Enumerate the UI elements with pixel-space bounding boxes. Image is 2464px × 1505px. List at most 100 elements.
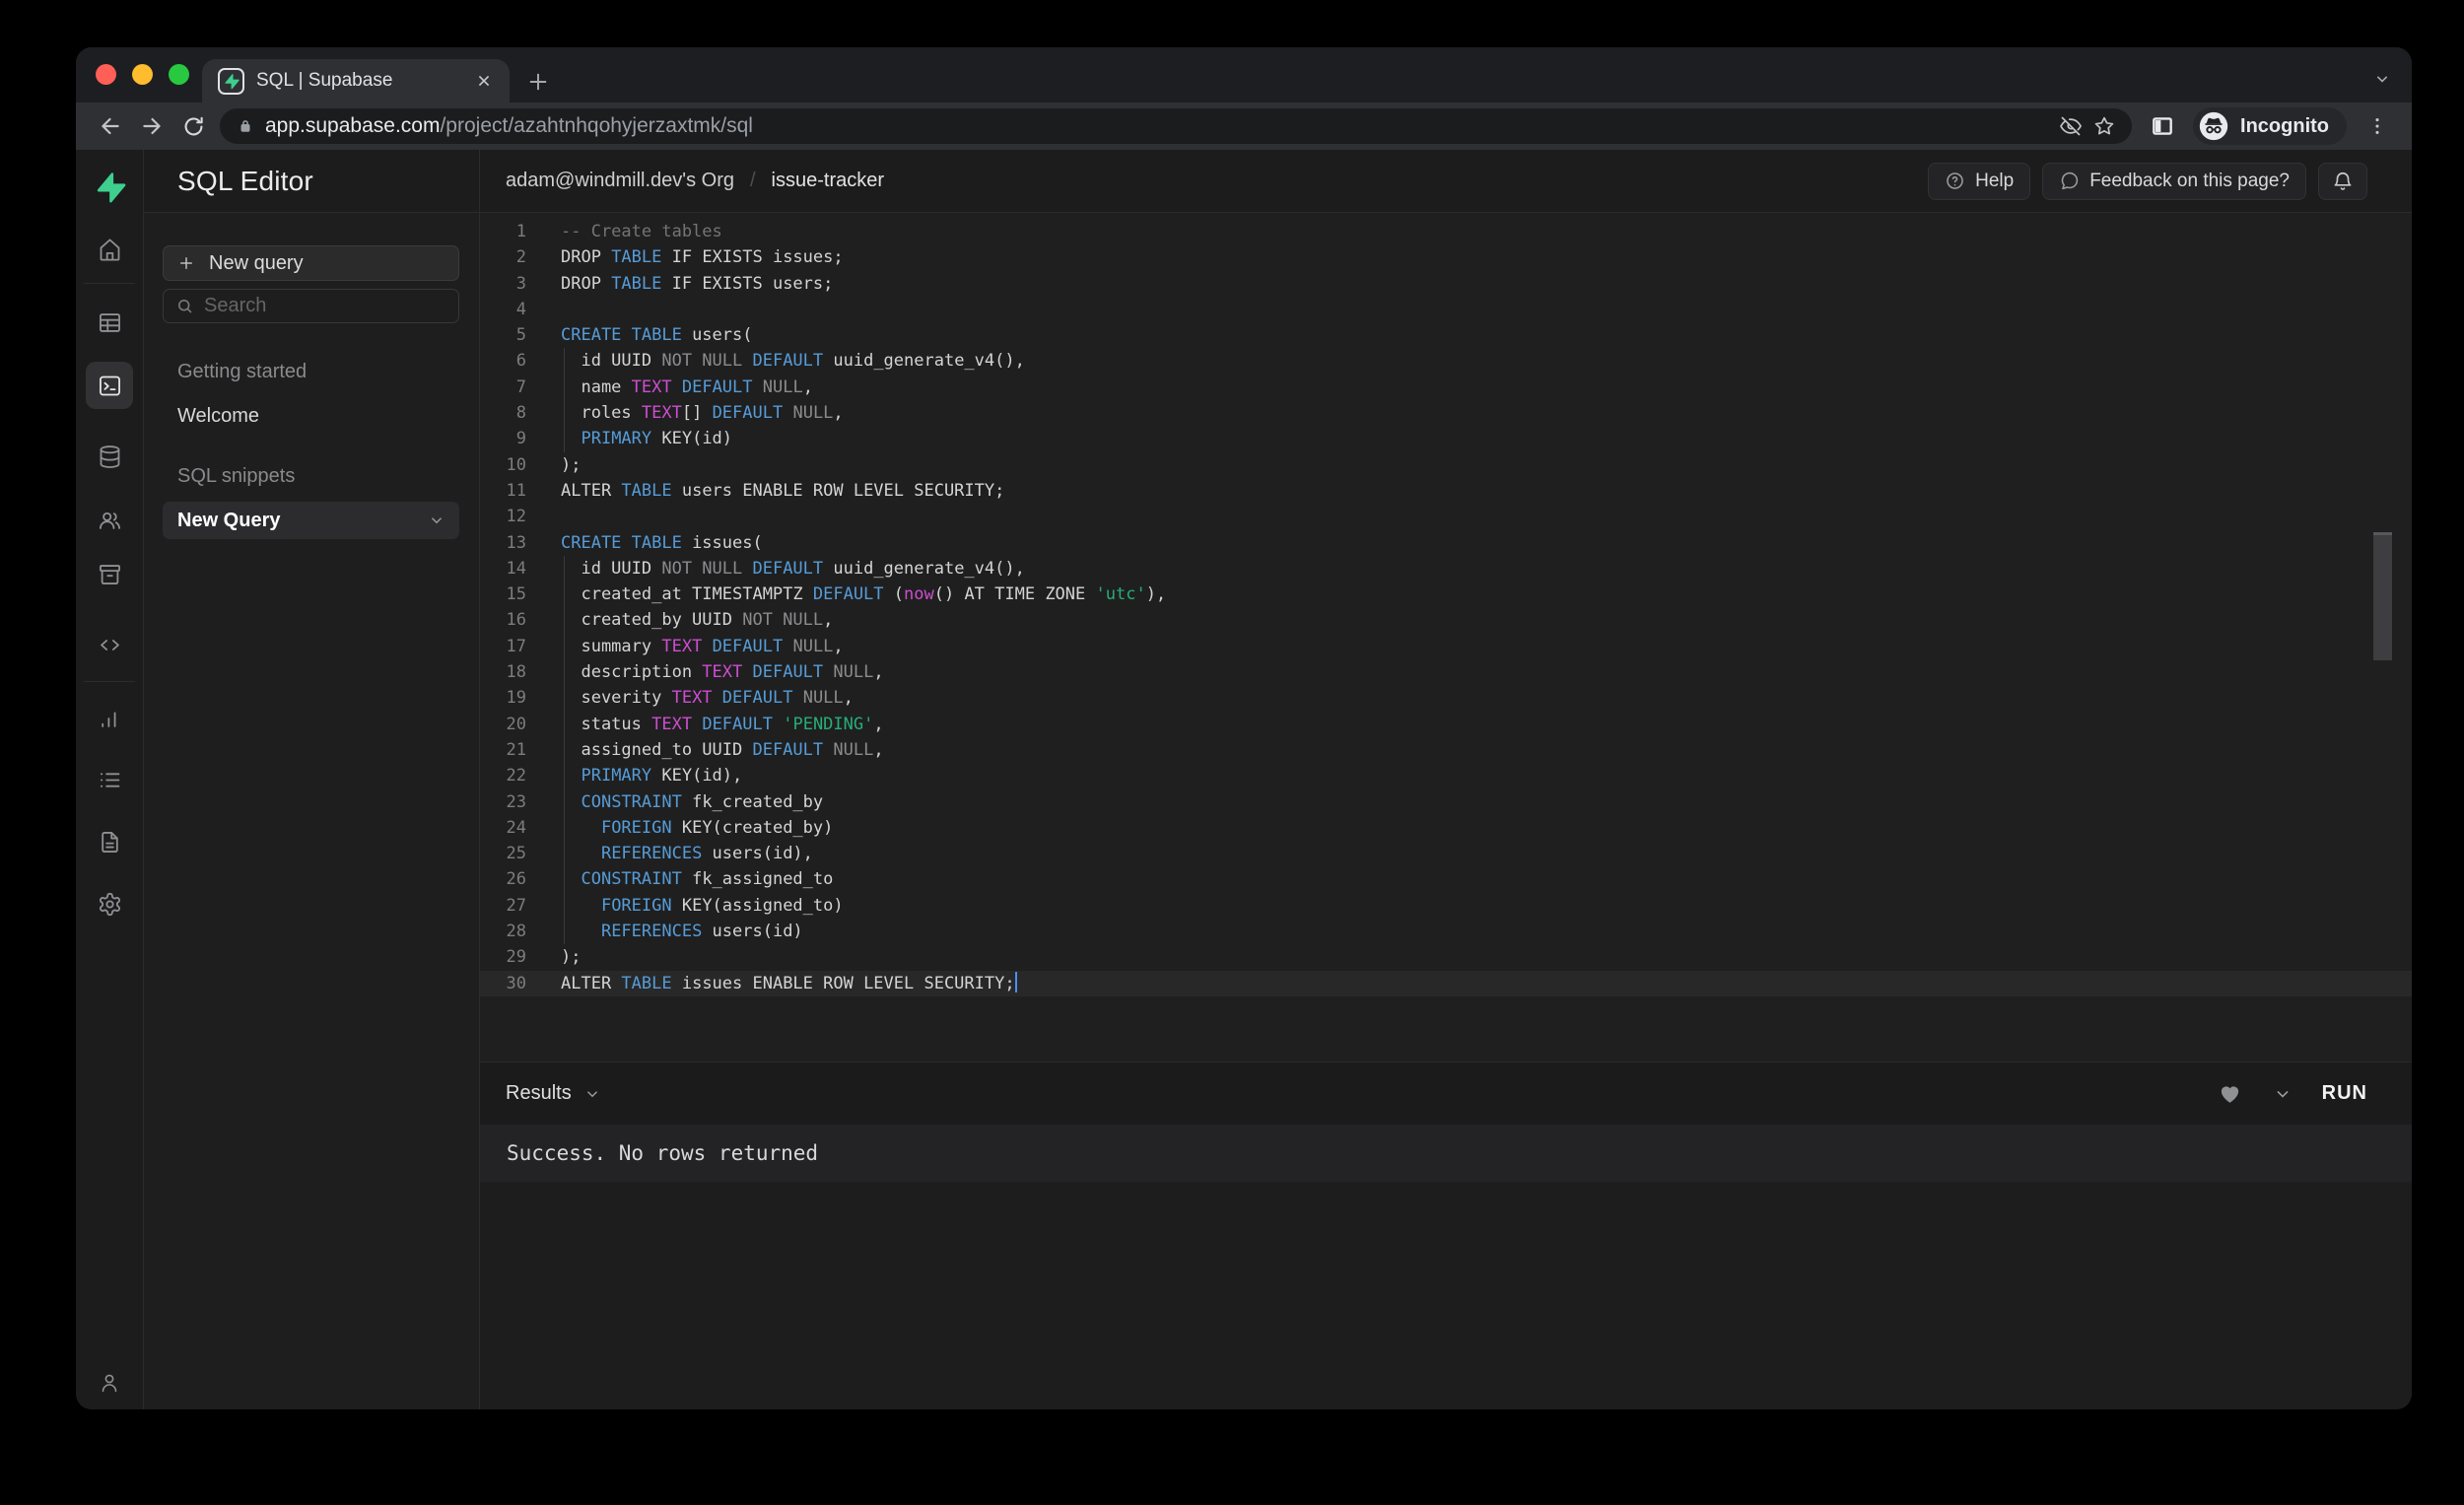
rail-item-home[interactable] xyxy=(86,226,133,273)
indent-guide xyxy=(564,712,565,737)
eye-off-icon[interactable] xyxy=(2059,114,2083,138)
incognito-badge[interactable]: Incognito xyxy=(2193,107,2347,145)
rail-item-account-user[interactable] xyxy=(86,1359,133,1406)
rail-item-api-docs[interactable] xyxy=(86,818,133,865)
code-line[interactable]: 4 xyxy=(480,297,2412,322)
indent-guide xyxy=(564,400,565,426)
code-line[interactable]: 28 REFERENCES users(id) xyxy=(480,919,2412,944)
code-line[interactable]: 26 CONSTRAINT fk_assigned_to xyxy=(480,866,2412,892)
side-panel-icon[interactable] xyxy=(2142,106,2183,146)
indent-guide xyxy=(564,375,565,400)
results-empty-area xyxy=(480,1182,2412,1409)
browser-menu-kebab-icon[interactable] xyxy=(2357,106,2398,146)
indent-guide xyxy=(564,685,565,711)
indent-guide xyxy=(564,763,565,788)
line-number: 22 xyxy=(480,763,535,788)
code-line[interactable]: 7 name TEXT DEFAULT NULL, xyxy=(480,375,2412,400)
notifications-button[interactable] xyxy=(2318,163,2367,200)
code-line[interactable]: 24 FOREIGN KEY(created_by) xyxy=(480,815,2412,841)
code-line[interactable]: 19 severity TEXT DEFAULT NULL, xyxy=(480,685,2412,711)
rail-item-database[interactable] xyxy=(86,433,133,480)
code-line[interactable]: 2DROP TABLE IF EXISTS issues; xyxy=(480,244,2412,270)
code-line[interactable]: 6 id UUID NOT NULL DEFAULT uuid_generate… xyxy=(480,348,2412,374)
chevron-down-icon[interactable] xyxy=(428,512,445,529)
results-selector[interactable]: Results xyxy=(506,1082,2217,1105)
code-line[interactable]: 22 PRIMARY KEY(id), xyxy=(480,763,2412,788)
sidebar-item-welcome[interactable]: Welcome xyxy=(177,405,459,428)
line-number: 10 xyxy=(480,452,535,478)
code-line[interactable]: 5CREATE TABLE users( xyxy=(480,322,2412,348)
new-tab-button[interactable] xyxy=(521,65,555,99)
rail-item-settings[interactable] xyxy=(86,880,133,927)
breadcrumb-project[interactable]: issue-tracker xyxy=(772,170,884,192)
feedback-button[interactable]: Feedback on this page? xyxy=(2042,163,2306,200)
rail-item-auth-users[interactable] xyxy=(86,496,133,543)
browser-tab[interactable]: SQL | Supabase xyxy=(202,59,510,103)
zoom-window-button[interactable] xyxy=(169,64,189,85)
line-number: 30 xyxy=(480,971,535,996)
minimize-window-button[interactable] xyxy=(132,64,153,85)
code-line[interactable]: 1-- Create tables xyxy=(480,219,2412,244)
favorite-heart-icon[interactable] xyxy=(2217,1080,2243,1107)
rail-item-table-editor[interactable] xyxy=(86,299,133,346)
line-number: 12 xyxy=(480,504,535,529)
sql-code-editor[interactable]: 1-- Create tables2DROP TABLE IF EXISTS i… xyxy=(480,213,2412,1061)
tab-close-icon[interactable] xyxy=(474,71,494,91)
rail-item-storage[interactable] xyxy=(86,550,133,597)
line-number: 23 xyxy=(480,789,535,815)
editor-scrollbar[interactable] xyxy=(2373,532,2392,660)
forward-button[interactable] xyxy=(131,106,172,146)
line-number: 14 xyxy=(480,556,535,581)
search-input[interactable] xyxy=(204,295,446,317)
rail-item-edge-functions[interactable] xyxy=(86,621,133,668)
code-line[interactable]: 21 assigned_to UUID DEFAULT NULL, xyxy=(480,737,2412,763)
code-line[interactable]: 3DROP TABLE IF EXISTS users; xyxy=(480,271,2412,297)
indent-guide xyxy=(564,866,565,892)
line-number: 4 xyxy=(480,297,535,322)
line-number: 19 xyxy=(480,685,535,711)
padlock-icon[interactable] xyxy=(236,116,255,136)
tab-search-chevron-icon[interactable] xyxy=(2372,69,2392,89)
tab-strip: SQL | Supabase xyxy=(76,47,2412,103)
code-line[interactable]: 10); xyxy=(480,452,2412,478)
code-line[interactable]: 9 PRIMARY KEY(id) xyxy=(480,426,2412,451)
new-query-button[interactable]: New query xyxy=(163,245,459,281)
url-text[interactable]: app.supabase.com/project/azahtnhqohyjerz… xyxy=(265,114,2049,138)
code-line[interactable]: 20 status TEXT DEFAULT 'PENDING', xyxy=(480,712,2412,737)
code-text: ); xyxy=(535,452,581,478)
indent-guide xyxy=(564,556,565,581)
code-line[interactable]: 13CREATE TABLE issues( xyxy=(480,530,2412,556)
help-button[interactable]: Help xyxy=(1928,163,2030,200)
sidebar-item-new-query-snippet[interactable]: New Query xyxy=(163,502,459,539)
code-line[interactable]: 30ALTER TABLE issues ENABLE ROW LEVEL SE… xyxy=(480,971,2412,996)
search-box[interactable] xyxy=(163,289,459,323)
code-line[interactable]: 16 created_by UUID NOT NULL, xyxy=(480,607,2412,633)
line-number: 15 xyxy=(480,581,535,607)
run-options-chevron-icon[interactable] xyxy=(2273,1084,2293,1104)
close-window-button[interactable] xyxy=(96,64,116,85)
rail-item-reports[interactable] xyxy=(86,694,133,741)
code-line[interactable]: 25 REFERENCES users(id), xyxy=(480,841,2412,866)
code-line[interactable]: 18 description TEXT DEFAULT NULL, xyxy=(480,659,2412,685)
code-line[interactable]: 17 summary TEXT DEFAULT NULL, xyxy=(480,634,2412,659)
indent-guide xyxy=(564,815,565,841)
code-line[interactable]: 11ALTER TABLE users ENABLE ROW LEVEL SEC… xyxy=(480,478,2412,504)
rail-item-sql-editor[interactable] xyxy=(86,362,133,409)
run-button[interactable]: RUN xyxy=(2322,1082,2367,1105)
code-line[interactable]: 12 xyxy=(480,504,2412,529)
code-line[interactable]: 23 CONSTRAINT fk_created_by xyxy=(480,789,2412,815)
indent-guide xyxy=(564,737,565,763)
code-line[interactable]: 14 id UUID NOT NULL DEFAULT uuid_generat… xyxy=(480,556,2412,581)
code-line[interactable]: 15 created_at TIMESTAMPTZ DEFAULT (now()… xyxy=(480,581,2412,607)
bookmark-star-icon[interactable] xyxy=(2092,114,2116,138)
code-line[interactable]: 29); xyxy=(480,944,2412,970)
back-button[interactable] xyxy=(90,106,131,146)
rail-item-logs[interactable] xyxy=(86,756,133,803)
sql-editor-sidebar: SQL Editor New query Getting started Wel… xyxy=(144,150,480,1409)
url-bar[interactable]: app.supabase.com/project/azahtnhqohyjerz… xyxy=(220,108,2132,144)
code-text: CREATE TABLE issues( xyxy=(535,530,763,556)
code-line[interactable]: 27 FOREIGN KEY(assigned_to) xyxy=(480,893,2412,919)
code-line[interactable]: 8 roles TEXT[] DEFAULT NULL, xyxy=(480,400,2412,426)
reload-button[interactable] xyxy=(172,106,214,146)
breadcrumb-org[interactable]: adam@windmill.dev's Org xyxy=(506,170,734,192)
